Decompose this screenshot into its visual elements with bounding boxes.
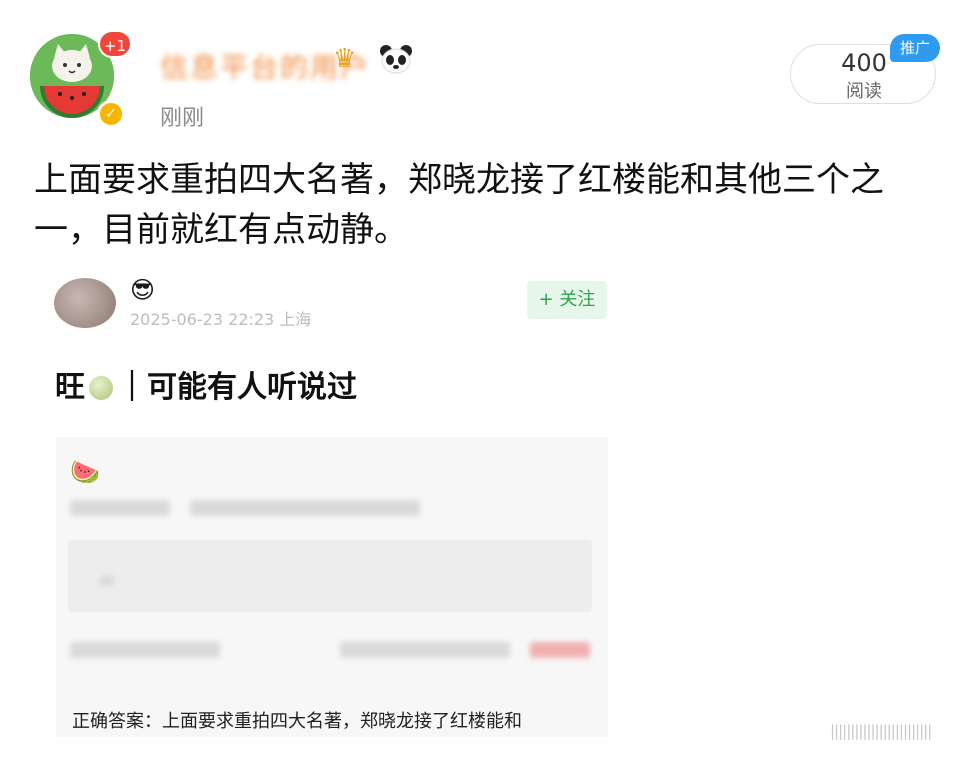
answer-text: 正确答案：上面要求重拍四大名著，郑晓龙接了红楼能和 [72, 711, 522, 732]
sunglasses-emoji-icon: 😎 [130, 276, 156, 304]
embed-title: 旺 ｜可能有人听说过 [55, 362, 357, 406]
follow-button[interactable]: + 关注 [527, 281, 607, 319]
embed-title-prefix: 旺 [55, 370, 85, 405]
blurred-text [70, 642, 220, 658]
melon-icon [89, 376, 113, 400]
post-timestamp: 刚刚 [160, 106, 205, 131]
blurred-text [530, 642, 590, 658]
watermark: ||||||||||||||||||||||||| [830, 722, 932, 740]
blurred-text [190, 500, 420, 516]
embed-avatar [54, 278, 116, 328]
notification-badge: +1 [98, 30, 133, 58]
watermelon-emoji-icon: 🍉 [70, 458, 100, 486]
blurred-text [340, 642, 510, 658]
panda-icon [379, 44, 413, 81]
embed-timestamp: 2025-06-23 22:23 上海 [130, 310, 312, 329]
post-text: 上面要求重拍四大名著，郑晓龙接了红楼能和其他三个之一，目前就红有点动静。 [34, 160, 884, 250]
blurred-text [70, 500, 170, 516]
promo-tag[interactable]: 推广 [890, 34, 940, 62]
embed-title-suffix: ｜可能有人听说过 [117, 370, 357, 405]
crown-icon: ♛ [333, 44, 357, 74]
read-label: 阅读 [846, 81, 882, 102]
verified-icon: ✓ [97, 100, 125, 128]
blurred-inner-box [68, 540, 592, 612]
blurred-text [100, 576, 114, 586]
